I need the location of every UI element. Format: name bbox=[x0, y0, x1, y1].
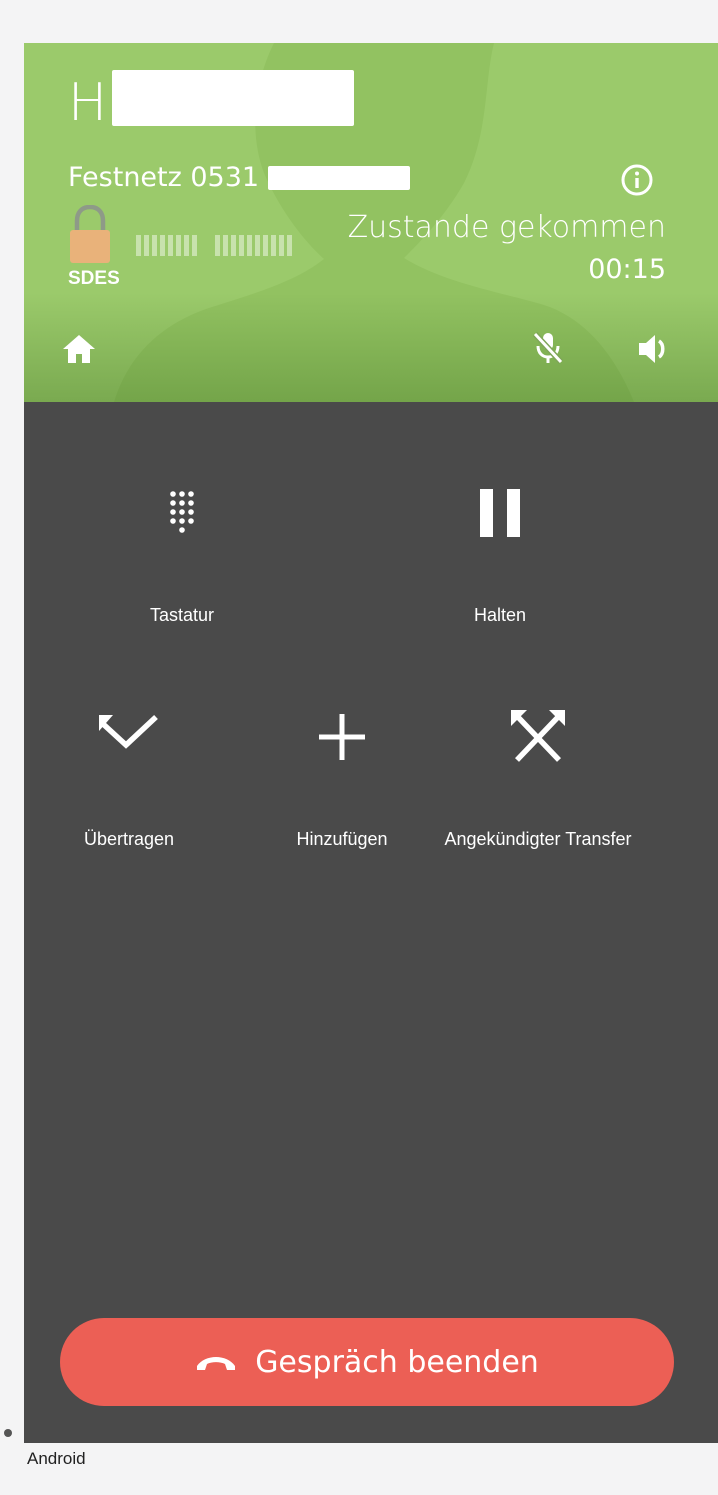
end-call-label: Gespräch beenden bbox=[255, 1344, 539, 1380]
home-icon[interactable] bbox=[62, 333, 96, 365]
add-icon bbox=[319, 714, 365, 760]
lock-icon bbox=[70, 205, 110, 263]
hold-button[interactable]: Halten bbox=[400, 483, 600, 633]
transfer-label: Übertragen bbox=[83, 829, 175, 849]
pause-icon bbox=[480, 489, 520, 537]
end-call-button[interactable]: Gespräch beenden bbox=[60, 1318, 674, 1406]
redacted-number bbox=[268, 166, 410, 190]
transfer-icon bbox=[99, 714, 158, 749]
attended-transfer-button[interactable]: Angekündigter Transfer bbox=[438, 703, 638, 853]
encryption-label: SDES bbox=[68, 268, 120, 289]
call-header: H Festnetz 0531 SDES Zustande gekommen 0… bbox=[24, 43, 718, 402]
bullet-dot bbox=[4, 1429, 12, 1437]
keypad-button[interactable]: Tastatur bbox=[82, 483, 282, 633]
platform-label: Android bbox=[27, 1449, 86, 1468]
call-timer: 00:15 bbox=[588, 254, 666, 285]
speaker-icon[interactable] bbox=[636, 332, 672, 366]
add-label: Hinzufügen bbox=[296, 829, 388, 849]
hold-label: Halten bbox=[473, 605, 527, 625]
redacted-name bbox=[112, 70, 354, 126]
contact-name: H bbox=[68, 73, 108, 133]
attended-transfer-icon bbox=[511, 710, 565, 762]
add-button[interactable]: Hinzufügen bbox=[242, 703, 442, 853]
signal-quality-bars bbox=[136, 235, 310, 257]
info-icon[interactable] bbox=[620, 163, 654, 197]
keypad-label: Tastatur bbox=[149, 605, 215, 625]
call-status: Zustande gekommen bbox=[347, 210, 666, 245]
mic-off-icon[interactable] bbox=[530, 330, 566, 366]
phone-number: Festnetz 0531 bbox=[68, 162, 260, 193]
attended-transfer-label: Angekündigter Transfer bbox=[444, 829, 632, 849]
transfer-button[interactable]: Übertragen bbox=[29, 703, 229, 853]
call-screen: H Festnetz 0531 SDES Zustande gekommen 0… bbox=[24, 43, 718, 1443]
hang-up-icon bbox=[197, 1357, 236, 1370]
dialpad-icon bbox=[170, 491, 194, 533]
